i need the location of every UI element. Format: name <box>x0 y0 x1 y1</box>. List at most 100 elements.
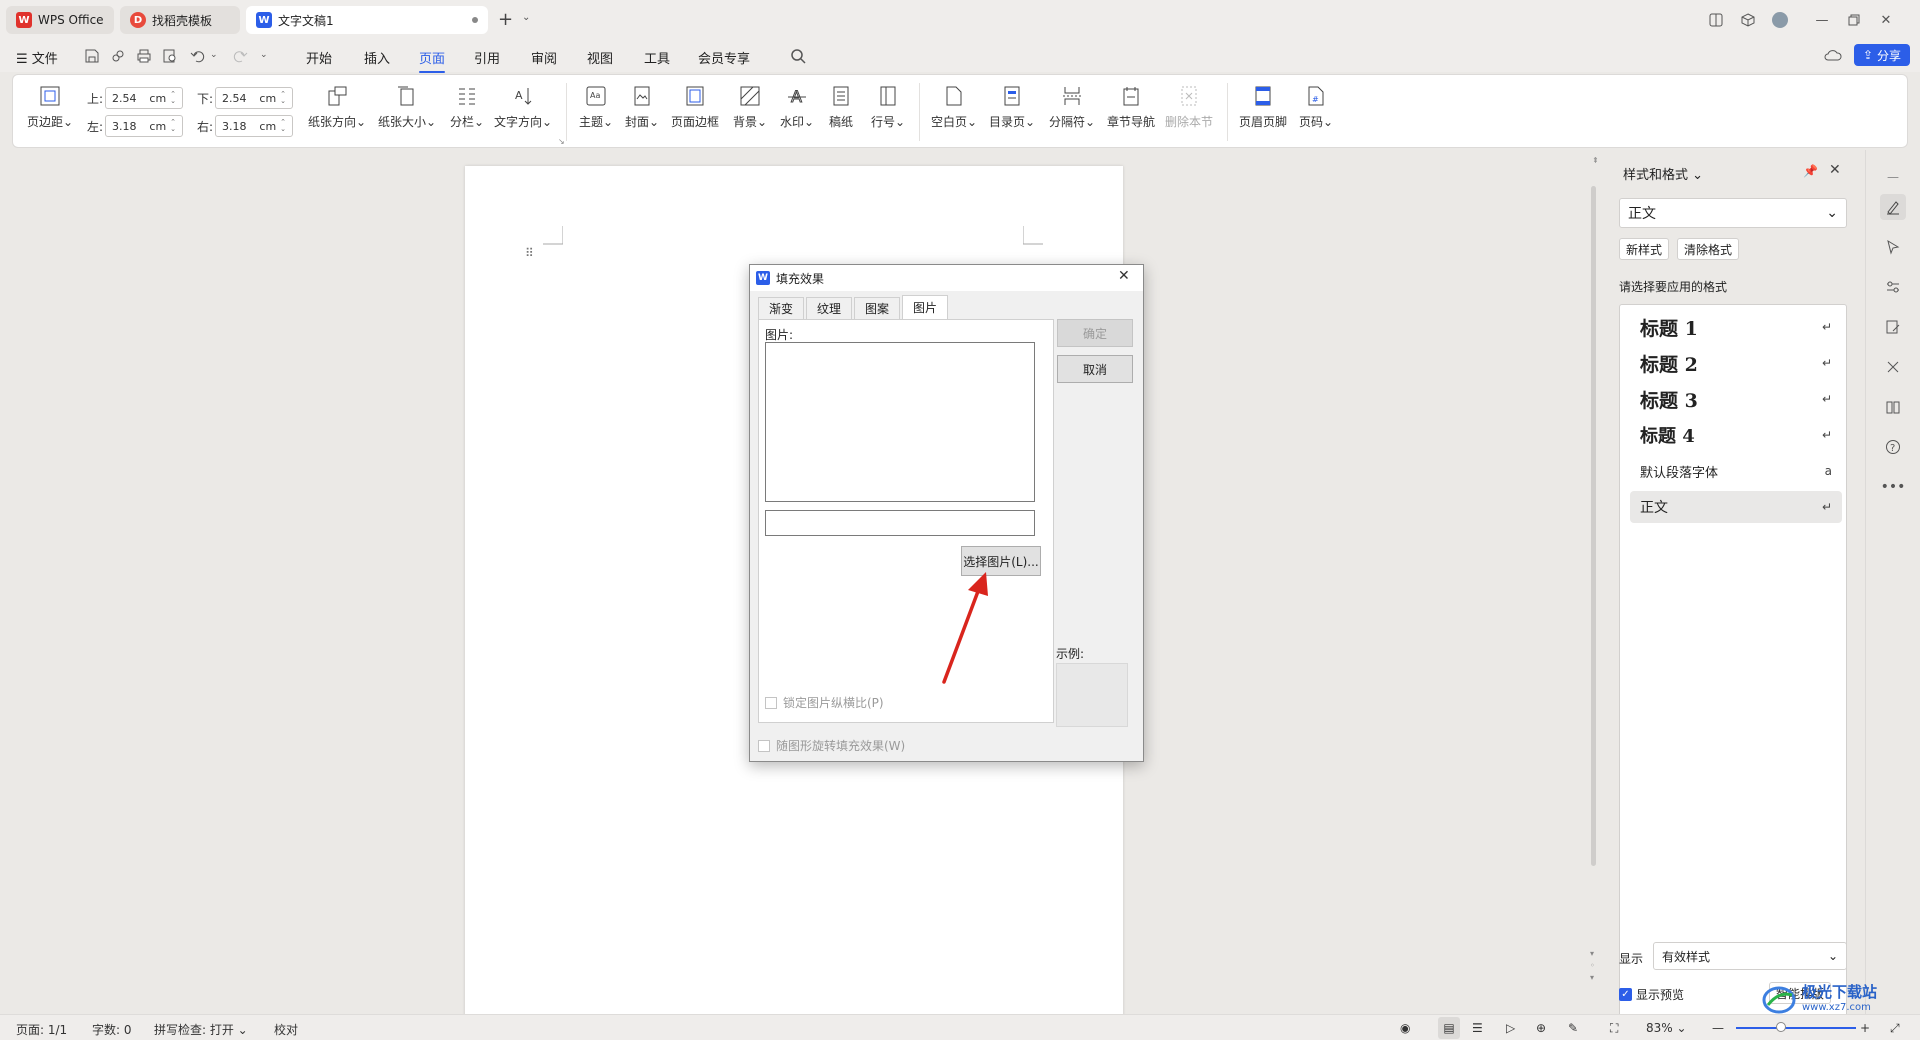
pin-icon[interactable]: 📌 <box>1803 164 1818 178</box>
settings-sliders-icon[interactable] <box>1880 274 1906 300</box>
cube-icon[interactable] <box>1732 10 1764 30</box>
close-icon[interactable]: ✕ <box>1118 268 1130 284</box>
page-border-button[interactable]: 页面边框 <box>671 83 719 130</box>
columns-button[interactable]: 分栏⌄ <box>450 83 484 130</box>
header-footer-button[interactable]: 页眉页脚 <box>1239 83 1287 130</box>
tab-wps-office[interactable]: W WPS Office <box>6 6 114 34</box>
cancel-button[interactable]: 取消 <box>1057 355 1133 383</box>
undo-dropdown-icon[interactable]: ⌄ <box>210 50 218 60</box>
style-heading-4[interactable]: 标题 4 ↵ <box>1630 419 1842 451</box>
page-number-button[interactable]: # 页码⌄ <box>1299 83 1333 130</box>
spell-check-status[interactable]: 拼写检查: 打开 ⌄ <box>154 1021 248 1038</box>
watermark-button[interactable]: A 水印⌄ <box>780 83 814 130</box>
share-button[interactable]: ⇪ 分享 <box>1854 44 1910 66</box>
close-icon[interactable]: ✕ <box>1829 162 1841 178</box>
style-heading-1[interactable]: 标题 1 ↵ <box>1630 311 1842 343</box>
menu-start[interactable]: 开始 <box>306 48 332 67</box>
style-default-paragraph-font[interactable]: 默认段落字体 a <box>1630 455 1842 487</box>
layout-icon[interactable] <box>1700 10 1732 30</box>
text-direction-button[interactable]: A 文字方向⌄ <box>494 83 552 130</box>
word-count[interactable]: 字数: 0 <box>92 1021 132 1038</box>
style-heading-3[interactable]: 标题 3 ↵ <box>1630 383 1842 415</box>
document-scrollbar[interactable]: ⇞ ▾ ◦ ▾ <box>1589 156 1599 1016</box>
outline-view-icon[interactable]: ☰ <box>1472 1021 1483 1035</box>
print-icon[interactable] <box>136 48 152 64</box>
zoom-slider[interactable] <box>1736 1027 1856 1029</box>
select-cursor-icon[interactable] <box>1880 234 1906 260</box>
margin-right-input[interactable]: 3.18 cm ⌃ ⌄ <box>215 115 294 137</box>
section-nav-button[interactable]: 章节导航 <box>1107 83 1155 130</box>
print-preview-icon[interactable] <box>162 48 178 64</box>
drag-handle-icon[interactable]: ⠿ <box>525 246 534 260</box>
cover-button[interactable]: 封面⌄ <box>625 83 659 130</box>
page-margin-button[interactable]: 页边距⌄ <box>27 83 73 130</box>
zoom-level[interactable]: 83% ⌄ <box>1646 1021 1687 1035</box>
new-tab-icon[interactable]: + <box>498 10 513 30</box>
menu-reference[interactable]: 引用 <box>474 48 500 67</box>
page-view-icon[interactable]: ▤ <box>1438 1017 1460 1039</box>
current-style-select[interactable]: 正文 ⌄ <box>1619 198 1847 228</box>
separator-button[interactable]: 分隔符⌄ <box>1049 83 1095 130</box>
new-style-button[interactable]: 新样式 <box>1619 238 1670 260</box>
more-quick-icon[interactable]: ⌄ <box>260 50 268 60</box>
show-preview-checkbox[interactable]: ✓ 显示预览 <box>1619 986 1684 1003</box>
fullscreen-icon[interactable]: ⤢ <box>1890 1021 1900 1036</box>
line-number-button[interactable]: 行号⌄ <box>871 83 905 130</box>
fit-page-icon[interactable]: ⛶ <box>1610 1021 1618 1036</box>
proofread-button[interactable]: 校对 <box>274 1021 298 1038</box>
undo-icon[interactable] <box>190 48 206 64</box>
style-heading-2[interactable]: 标题 2 ↵ <box>1630 347 1842 379</box>
tab-picture[interactable]: 图片 <box>902 295 949 319</box>
more-icon[interactable]: ••• <box>1880 474 1906 500</box>
background-button[interactable]: 背景⌄ <box>733 83 767 130</box>
minimize-icon[interactable]: — <box>1806 10 1838 30</box>
zoom-in-icon[interactable]: + <box>1860 1021 1870 1035</box>
show-filter-select[interactable]: 有效样式 ⌄ <box>1653 942 1847 970</box>
close-window-icon[interactable]: ✕ <box>1870 10 1902 30</box>
tab-document[interactable]: W 文字文稿1 <box>246 6 488 34</box>
scroll-up-icon[interactable]: ⇞ <box>1592 156 1599 165</box>
eye-icon[interactable]: ◉ <box>1400 1021 1410 1035</box>
tab-docer[interactable]: D 找稻壳模板 <box>120 6 240 34</box>
tab-list-chevron-icon[interactable]: ⌄ <box>522 12 530 23</box>
delete-section-button[interactable]: 删除本节 <box>1165 83 1213 130</box>
blank-page-button[interactable]: 空白页⌄ <box>931 83 977 130</box>
edit-document-icon[interactable] <box>1880 314 1906 340</box>
scroll-nav-icon[interactable]: ▾ ◦ ▾ <box>1590 948 1595 984</box>
restore-icon[interactable] <box>1838 10 1870 30</box>
zoom-slider-thumb[interactable] <box>1776 1022 1786 1032</box>
margin-bottom-input[interactable]: 2.54 cm ⌃ ⌄ <box>215 87 294 109</box>
menu-view[interactable]: 视图 <box>587 48 613 67</box>
menu-page[interactable]: 页面 <box>419 48 446 73</box>
spinner-icon[interactable]: ⌃ ⌄ <box>170 119 176 133</box>
redo-icon[interactable] <box>232 48 248 64</box>
menu-membership[interactable]: 会员专享 <box>698 48 750 67</box>
menu-review[interactable]: 审阅 <box>531 48 557 67</box>
manuscript-button[interactable]: 稿纸 <box>828 83 854 130</box>
cloud-icon[interactable] <box>1824 48 1842 64</box>
web-view-icon[interactable]: ⊕ <box>1536 1021 1546 1035</box>
paper-size-button[interactable]: 纸张大小⌄ <box>378 83 436 130</box>
menu-insert[interactable]: 插入 <box>364 48 390 67</box>
margin-left-input[interactable]: 3.18 cm ⌃ ⌄ <box>105 115 184 137</box>
tools-icon[interactable] <box>1880 354 1906 380</box>
tab-pattern[interactable]: 图案 <box>854 297 901 319</box>
toc-page-button[interactable]: 目录页⌄ <box>989 83 1035 130</box>
search-icon[interactable] <box>790 48 806 64</box>
expand-dialog-icon[interactable]: ↘ <box>558 137 565 146</box>
style-brush-icon[interactable] <box>1880 194 1906 220</box>
file-menu[interactable]: ☰ 文件 <box>16 48 58 67</box>
spinner-icon[interactable]: ⌃ ⌄ <box>280 119 286 133</box>
scroll-thumb[interactable] <box>1591 186 1596 866</box>
zoom-out-icon[interactable]: — <box>1712 1021 1724 1035</box>
rotate-with-shape-checkbox[interactable]: 随图形旋转填充效果(W) <box>758 737 905 754</box>
collapse-icon[interactable]: — <box>1880 164 1906 190</box>
theme-button[interactable]: Aa 主题⌄ <box>579 83 613 130</box>
tab-texture[interactable]: 纹理 <box>806 297 853 319</box>
clear-format-button[interactable]: 清除格式 <box>1677 238 1740 260</box>
avatar[interactable] <box>1764 10 1796 30</box>
page-count[interactable]: 页面: 1/1 <box>16 1021 67 1038</box>
menu-tools[interactable]: 工具 <box>644 48 670 67</box>
lock-aspect-checkbox[interactable]: 锁定图片纵横比(P) <box>765 694 884 711</box>
book-icon[interactable] <box>1880 394 1906 420</box>
